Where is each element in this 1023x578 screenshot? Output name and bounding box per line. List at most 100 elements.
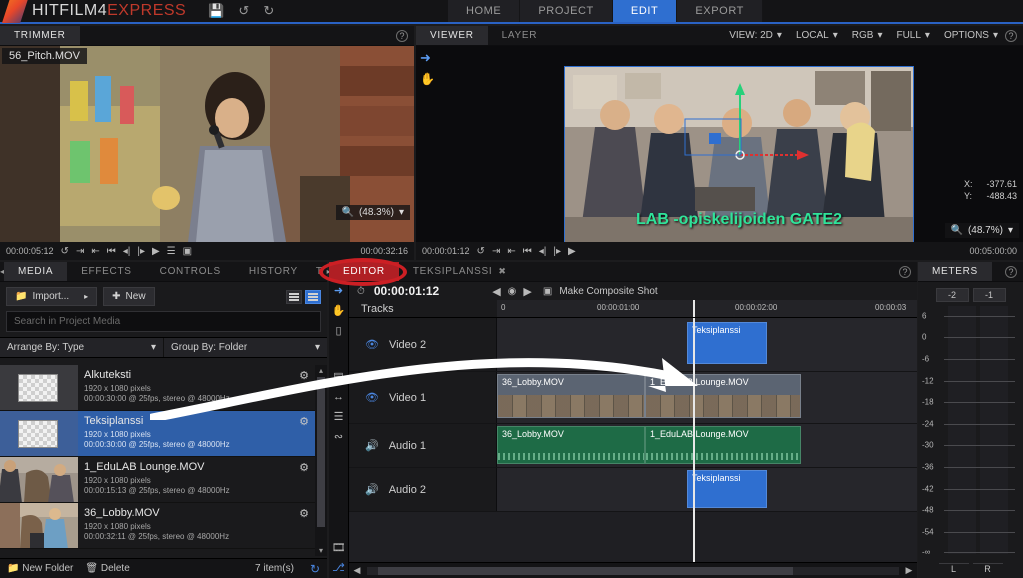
trimmer-zoom-control[interactable]: 🔍 (48.3%) ▾: [335, 205, 410, 220]
track-lane[interactable]: 36_Lobby.MOV 1_EduLAB Lounge.MOV: [497, 372, 917, 423]
hand-tool-icon[interactable]: ✋: [420, 72, 435, 86]
track-lane[interactable]: 36_Lobby.MOV 1_EduLAB Lounge.MOV: [497, 424, 917, 467]
coordinate-space-dropdown[interactable]: LOCAL ▾: [789, 30, 845, 41]
tab-edit[interactable]: EDIT: [612, 0, 678, 22]
save-icon[interactable]: 💾: [208, 3, 224, 19]
tab-project[interactable]: PROJECT: [520, 0, 613, 22]
meter-button-right[interactable]: -1: [972, 288, 1006, 302]
viewer-zoom-control[interactable]: 🔍 (48.7%) ▾: [944, 223, 1019, 238]
step-back-icon[interactable]: ◂|: [123, 246, 131, 257]
tab-meters[interactable]: METERS: [918, 262, 992, 281]
tab-layer[interactable]: LAYER: [488, 26, 552, 45]
skip-start-icon[interactable]: ⏮: [107, 246, 116, 257]
previous-keyframe-icon[interactable]: ◀: [492, 285, 500, 298]
eye-icon[interactable]: 👁: [365, 338, 379, 351]
add-keyframe-icon[interactable]: ◉: [508, 286, 517, 297]
slip-tool-icon[interactable]: ▯: [335, 326, 341, 337]
list-view-icon[interactable]: [286, 289, 302, 304]
import-button[interactable]: 📁 Import... ▸: [6, 287, 98, 306]
options-dropdown[interactable]: OPTIONS ▾: [937, 30, 1005, 41]
timeline-clip[interactable]: 1_EduLAB Lounge.MOV: [645, 374, 801, 418]
track-header[interactable]: 👁 Video 1: [349, 372, 497, 423]
trimmer-video-preview[interactable]: 56_Pitch.MOV 🔍 (48.3%) ▾: [0, 46, 414, 242]
help-icon[interactable]: ?: [396, 29, 408, 42]
step-back-icon[interactable]: ◂|: [539, 246, 547, 257]
razor-tool-icon[interactable]: ▤: [333, 372, 343, 383]
redo-icon[interactable]: ↻: [263, 3, 274, 19]
tab-export[interactable]: EXPORT: [677, 0, 763, 22]
timeline-clip[interactable]: Teksiplanssi: [687, 470, 767, 508]
next-keyframe-icon[interactable]: ▶: [523, 285, 531, 298]
speaker-icon[interactable]: 🔊: [365, 483, 379, 496]
detail-view-icon[interactable]: [305, 289, 321, 304]
chevron-down-icon[interactable]: ▾: [399, 207, 404, 218]
track-lane[interactable]: Teksiplanssi: [497, 468, 917, 511]
tab-effects[interactable]: EFFECTS: [67, 262, 145, 281]
scroll-down-icon[interactable]: ▾: [315, 546, 327, 555]
eye-icon[interactable]: 👁: [365, 391, 379, 404]
scroll-left-icon[interactable]: ◀: [349, 565, 365, 576]
track-lane[interactable]: Teksiplanssi: [497, 318, 917, 371]
slide-tool-icon[interactable]: ↔: [333, 392, 344, 403]
tab-viewer[interactable]: VIEWER: [416, 26, 488, 45]
playhead[interactable]: [693, 318, 695, 562]
timeline-horizontal-scrollbar[interactable]: ◀ ▶: [349, 562, 917, 578]
ripple-insert-icon[interactable]: ☰: [167, 246, 176, 257]
timeline-clip[interactable]: 36_Lobby.MOV: [497, 426, 645, 464]
timeline-ruler[interactable]: 0 00:00:01:00 00:00:02:00 00:00:03: [497, 300, 917, 317]
tab-teksiplanssi[interactable]: TEKSIPLANSSI ✖: [399, 262, 521, 281]
list-item[interactable]: 1_EduLAB Lounge.MOV 1920 x 1080 pixels 0…: [0, 457, 315, 503]
search-input[interactable]: Search in Project Media: [6, 311, 321, 332]
tab-trimmer[interactable]: TRIMMER: [0, 26, 80, 45]
tab-partial[interactable]: T: [312, 262, 327, 281]
help-icon[interactable]: ?: [1005, 29, 1017, 42]
select-tool-icon[interactable]: ➜: [334, 286, 343, 297]
track-header[interactable]: 👁 Video 2: [349, 318, 497, 371]
composite-shot-icon[interactable]: ▣: [543, 286, 552, 297]
loop-icon[interactable]: ↺: [477, 246, 485, 257]
scrollbar-thumb[interactable]: [317, 377, 325, 527]
group-by-dropdown[interactable]: Group By: Folder ▾: [163, 338, 327, 357]
playhead[interactable]: [693, 300, 695, 317]
tab-home[interactable]: HOME: [447, 0, 521, 22]
overwrite-icon[interactable]: ▣: [183, 246, 192, 257]
hand-tool-icon[interactable]: ✋: [332, 306, 346, 317]
refresh-icon[interactable]: ↻: [310, 562, 320, 576]
channel-dropdown[interactable]: RGB ▾: [845, 30, 890, 41]
magnet-icon[interactable]: ⎇: [332, 563, 345, 574]
curve-tool-icon[interactable]: ∾: [334, 432, 343, 443]
help-icon[interactable]: ?: [899, 265, 911, 278]
close-icon[interactable]: ✖: [498, 266, 506, 277]
track-tool-icon[interactable]: ☰: [334, 412, 344, 423]
pointer-tool-icon[interactable]: ➜: [420, 50, 431, 66]
help-icon[interactable]: ?: [1005, 265, 1017, 278]
gear-icon[interactable]: ⚙: [299, 365, 315, 410]
timeline-clip[interactable]: 1_EduLAB Lounge.MOV: [645, 426, 801, 464]
meter-button-left[interactable]: -2: [935, 288, 969, 302]
tab-editor[interactable]: EDITOR: [329, 262, 399, 281]
viewer-stage[interactable]: ➜ ✋ LAB -opiskelijoiden GATE2 X: -377.61…: [416, 46, 1023, 244]
make-composite-shot-button[interactable]: Make Composite Shot: [559, 286, 657, 297]
tab-media[interactable]: MEDIA: [4, 262, 68, 281]
new-folder-button[interactable]: 📁 New Folder: [7, 563, 73, 574]
speaker-icon[interactable]: 🔊: [365, 439, 379, 452]
quality-dropdown[interactable]: FULL ▾: [889, 30, 936, 41]
filmstrip-icon[interactable]: 🎞: [332, 543, 346, 554]
list-item[interactable]: 36_Lobby.MOV 1920 x 1080 pixels 00:00:32…: [0, 503, 315, 549]
timeline-clip[interactable]: 36_Lobby.MOV: [497, 374, 645, 418]
list-item[interactable]: Teksiplanssi 1920 x 1080 pixels 00:00:30…: [0, 411, 315, 457]
loop-icon[interactable]: ↺: [61, 246, 69, 257]
track-header[interactable]: 🔊 Audio 1: [349, 424, 497, 467]
scrollbar-track[interactable]: [367, 566, 899, 575]
undo-icon[interactable]: ↺: [238, 3, 249, 19]
play-icon[interactable]: ▶: [152, 246, 160, 257]
scrollbar-thumb[interactable]: [377, 566, 793, 575]
track-header[interactable]: 🔊 Audio 2: [349, 468, 497, 511]
tab-controls[interactable]: CONTROLS: [146, 262, 235, 281]
viewer-composition-frame[interactable]: LAB -opiskelijoiden GATE2: [564, 66, 914, 244]
gear-icon[interactable]: ⚙: [299, 457, 315, 502]
step-forward-icon[interactable]: |▸: [137, 246, 145, 257]
arrange-by-dropdown[interactable]: Arrange By: Type ▾: [0, 338, 163, 357]
skip-start-icon[interactable]: ⏮: [523, 246, 532, 257]
list-item[interactable]: Alkuteksti 1920 x 1080 pixels 00:00:30:0…: [0, 365, 315, 411]
